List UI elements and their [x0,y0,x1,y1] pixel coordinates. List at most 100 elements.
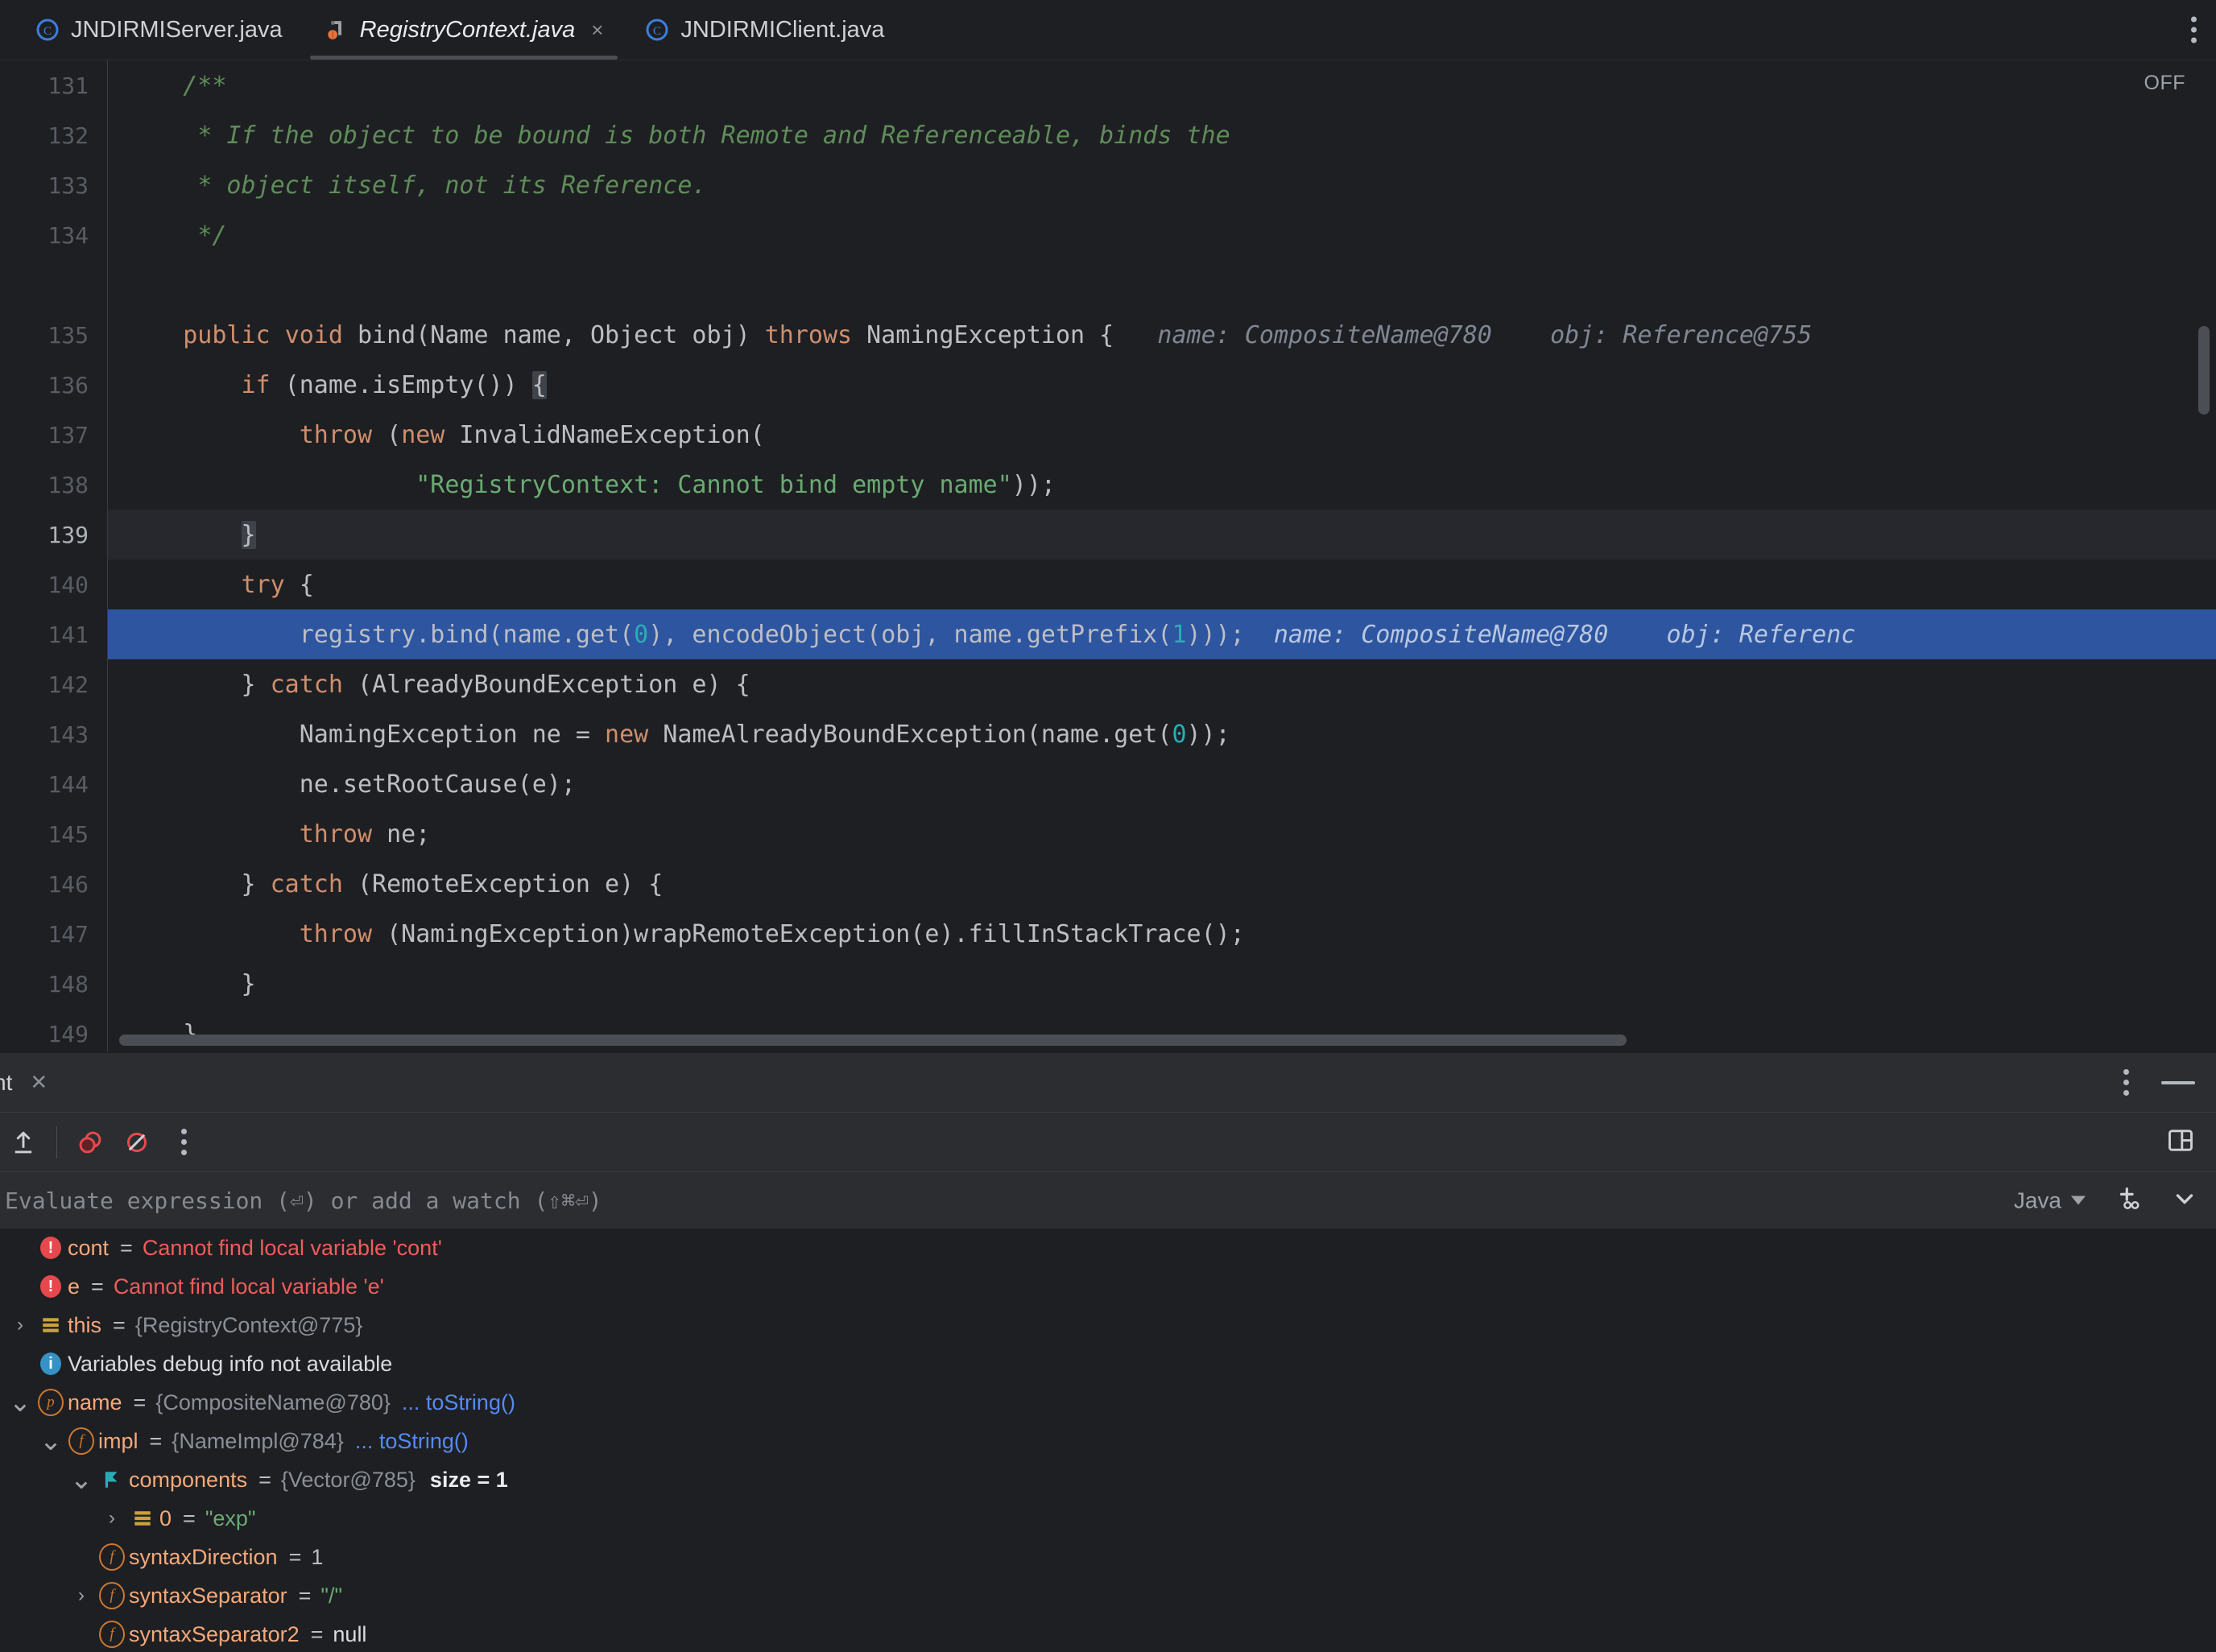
code-editor[interactable]: 131 /** 132 * If the object to be bound i… [0,60,2216,1052]
tostring-link[interactable]: ... toString() [402,1390,515,1415]
editor-horizontal-scrollbar[interactable] [113,1035,2213,1046]
line-content: * If the object to be bound is both Remo… [107,122,2216,150]
code-token: ( [372,420,402,449]
code-line[interactable]: 136 if (name.isEmpty()) { [0,360,2216,410]
equals-sign: = [183,1505,196,1530]
language-label: Java [2013,1187,2061,1212]
variable-row[interactable]: ›!e=Cannot find local variable 'e' [0,1267,2216,1306]
line-content: try { [107,571,2216,599]
chevron-right-icon[interactable]: › [6,1314,34,1336]
code-line[interactable]: 139 } [0,510,2216,560]
line-number: 136 [48,371,89,399]
error-icon: ! [40,1237,61,1259]
code-line[interactable]: 138 "RegistryContext: Cannot bind empty … [0,460,2216,510]
view-breakpoints-button[interactable] [67,1119,114,1166]
code-line[interactable]: 131 /** [0,60,2216,110]
chevron-down-icon[interactable]: ⌄ [6,1389,34,1415]
inspections-widget[interactable]: OFF [2144,72,2186,95]
line-number: 134 [48,221,89,249]
code-line[interactable]: 144 ne.setRootCause(e); [0,759,2216,809]
code-line[interactable]: 145 throw ne; [0,809,2216,859]
variable-row[interactable]: › f syntaxSeparator = "/" [0,1576,2216,1615]
ide-window: C JNDIRMIServer.java RegistryContext.jav… [0,0,2216,1652]
code-line[interactable]: 132 * If the object to be bound is both … [0,110,2216,160]
error-icon: ! [40,1275,61,1298]
variable-row[interactable]: ⌄ p name = {CompositeName@780} ... toString() [0,1383,2216,1422]
chevron-down-icon[interactable]: ⌄ [68,1466,95,1493]
evaluate-expression-bar[interactable]: Evaluate expression (⏎) or add a watch (… [0,1172,2216,1229]
line-number: 137 [48,421,89,448]
equals-sign: = [133,1390,147,1415]
close-icon[interactable]: ✕ [30,1070,48,1095]
chevron-down-icon[interactable]: ⌄ [37,1427,64,1454]
code-token: (NamingException)wrapRemoteException(e).… [372,919,1245,948]
variable-row[interactable]: ⌄ components = {Vector@785} size = 1 [0,1460,2216,1499]
editor-gutter[interactable] [0,60,108,1052]
step-out-button[interactable] [0,1119,47,1166]
code-line[interactable]: 135 public void bind(Name name, Object o… [0,310,2216,360]
line-number: 140 [48,571,89,598]
tostring-link[interactable]: ... toString() [355,1429,469,1454]
variable-row[interactable]: ›fsyntaxSeparator2=null [0,1615,2216,1652]
expand-chevron-down-icon[interactable] [2171,1185,2198,1216]
chevron-right-icon[interactable]: › [98,1507,126,1530]
code-token: if [241,370,271,399]
code-line[interactable]: 141 registry.bind(name.get(0), encodeObj… [0,609,2216,659]
line-content: "RegistryContext: Cannot bind empty name… [107,471,2216,499]
language-selector[interactable]: Java [2014,1187,2086,1213]
editor-options-kebab-icon[interactable] [2191,16,2197,43]
code-line[interactable]: 143 NamingException ne = new NameAlready… [0,709,2216,759]
code-line[interactable]: 133 * object itself, not its Reference. [0,160,2216,210]
variable-row[interactable]: ›!cont=Cannot find local variable 'cont' [0,1229,2216,1267]
chevron-down-icon [2071,1196,2086,1205]
tab-jndirmiclient[interactable]: C JNDIRMIClient.java [624,0,905,60]
tab-jndirmiserver[interactable]: C JNDIRMIServer.java [14,0,304,60]
add-watch-button[interactable] [2115,1185,2142,1216]
line-number: 141 [48,621,89,648]
code-line[interactable]: 137 throw (new InvalidNameException( [0,410,2216,460]
evaluate-expression-input[interactable]: Evaluate expression (⏎) or add a watch (… [0,1187,602,1214]
variables-tree[interactable]: ›! cont = Cannot find local variable 'cont'… [0,1229,2216,1652]
minimize-icon[interactable] [2161,1080,2195,1084]
code-line[interactable]: 140 try { [0,560,2216,609]
line-number: 138 [48,471,89,498]
variable-row[interactable]: ›fsyntaxDirection=1 [0,1538,2216,1576]
debugger-options-kebab-icon[interactable] [2123,1069,2129,1096]
code-token: void [284,320,343,349]
close-icon[interactable]: × [591,19,603,40]
code-token: )); [1186,720,1230,749]
editor-tab-bar: C JNDIRMIServer.java RegistryContext.jav… [0,0,2216,60]
code-line[interactable]: 148 } [0,959,2216,1009]
layout-settings-button[interactable] [2166,1125,2195,1158]
code-line[interactable]: 142 } catch (AlreadyBoundException e) { [0,659,2216,709]
debugger-tool-window: nt ✕ [0,1052,2216,1652]
editor-vertical-scrollbar[interactable] [2198,326,2210,415]
code-line[interactable]: 146 } catch (RemoteException e) { [0,859,2216,909]
line-number: 132 [48,122,89,149]
debugger-more-kebab-icon[interactable] [160,1119,207,1166]
line-number: 139 [48,521,89,548]
tab-registrycontext[interactable]: RegistryContext.java × [304,0,625,60]
code-lines[interactable]: 131 /** 132 * If the object to be bound i… [0,60,2216,1052]
code-token: * If the object to be bound is both Remo… [197,121,1230,150]
code-token: catch [270,670,343,699]
variable-row[interactable]: ›iVariables debug info not available [0,1344,2216,1383]
code-token: try [241,570,285,599]
variable-row[interactable]: › this = {RegistryContext@775} [0,1306,2216,1344]
field-icon: f [99,1621,125,1648]
code-line[interactable] [0,260,2216,310]
variable-value: "/" [320,1583,343,1608]
mute-breakpoints-button[interactable] [114,1119,160,1166]
scrollbar-thumb[interactable] [119,1035,1627,1046]
variable-row[interactable]: › 0 = "exp" [0,1499,2216,1538]
code-line[interactable]: 147 throw (NamingException)wrapRemoteExc… [0,909,2216,959]
debugger-header: nt ✕ [0,1053,2216,1113]
java-class-icon: C [645,18,669,42]
variable-value: "exp" [205,1505,256,1530]
line-content: } catch (RemoteException e) { [107,870,2216,898]
chevron-right-icon[interactable]: › [68,1584,95,1607]
variable-row[interactable]: ⌄ f impl = {NameImpl@784} ... toString() [0,1422,2216,1460]
code-line[interactable]: 134 */ [0,210,2216,260]
